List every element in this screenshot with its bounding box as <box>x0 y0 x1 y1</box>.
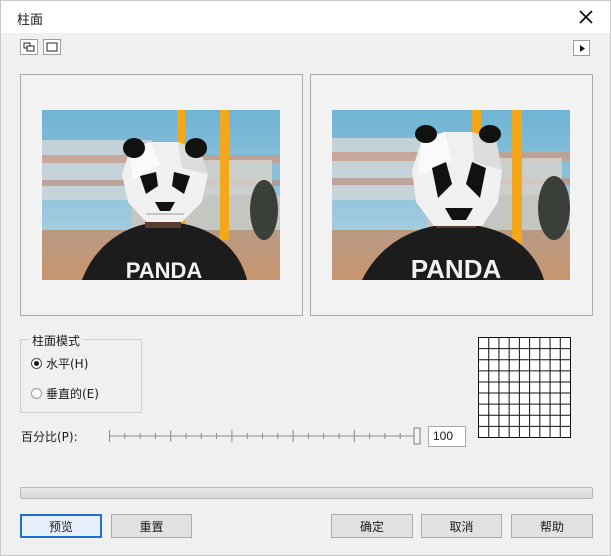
original-shirt-text: PANDA <box>126 258 203 280</box>
cylinder-grid-icon <box>478 337 571 438</box>
preview-button[interactable]: 预览 <box>20 514 102 538</box>
ok-button[interactable]: 确定 <box>331 514 413 538</box>
percent-label: 百分比(P): <box>21 430 78 444</box>
vertical-radio-label: 垂直的(E) <box>46 387 99 401</box>
percent-input[interactable]: 100 <box>428 426 466 447</box>
single-view-icon <box>46 42 58 52</box>
cylinder-dialog: 柱面 PANDA PANDA 柱面模式 水平(H) 垂直的(E) 百分比(P):… <box>0 0 611 556</box>
radio-button[interactable] <box>31 388 42 399</box>
original-photo: PANDA <box>42 110 280 280</box>
title-bar: 柱面 <box>1 1 610 33</box>
horizontal-radio-label: 水平(H) <box>46 357 89 371</box>
help-button[interactable]: 帮助 <box>511 514 593 538</box>
dialog-title: 柱面 <box>17 13 44 28</box>
split-view-button[interactable] <box>20 39 38 55</box>
progress-bar <box>20 487 593 499</box>
close-button[interactable] <box>573 6 599 28</box>
result-preview-pane: PANDA <box>310 74 593 316</box>
mode-group-label: 柱面模式 <box>29 332 84 349</box>
split-view-icon <box>23 42 35 52</box>
close-icon <box>579 10 593 24</box>
expand-button[interactable] <box>573 40 590 56</box>
original-preview-pane: PANDA <box>20 74 303 316</box>
slider-thumb[interactable] <box>413 427 421 445</box>
vertical-radio[interactable]: 垂直的(E) <box>31 385 99 402</box>
triangle-right-icon <box>579 44 585 52</box>
percent-slider[interactable] <box>109 426 422 446</box>
result-photo: PANDA <box>332 110 570 280</box>
result-shirt-text: PANDA <box>411 254 502 280</box>
horizontal-radio[interactable]: 水平(H) <box>31 355 88 372</box>
cancel-button[interactable]: 取消 <box>421 514 502 538</box>
radio-button[interactable] <box>31 358 42 369</box>
reset-button[interactable]: 重置 <box>111 514 192 538</box>
single-view-button[interactable] <box>43 39 61 55</box>
